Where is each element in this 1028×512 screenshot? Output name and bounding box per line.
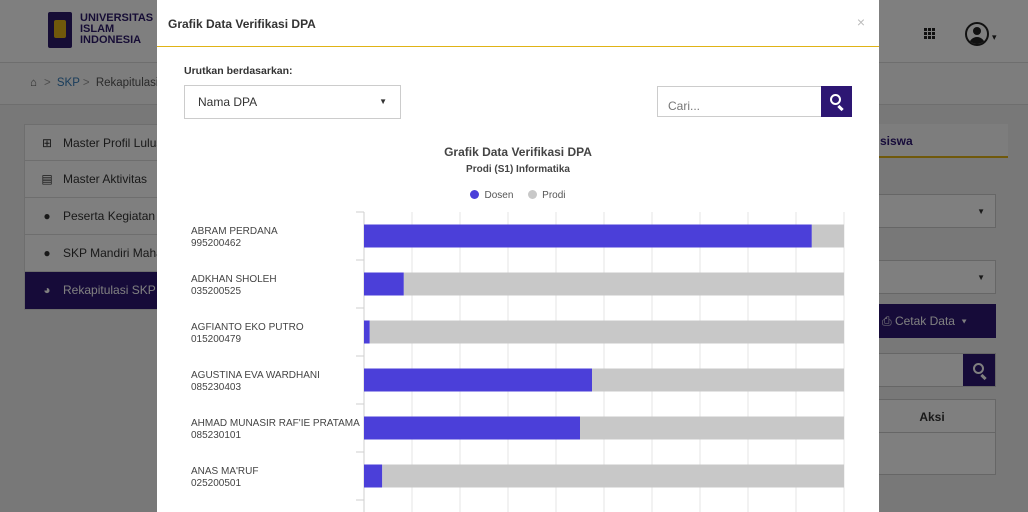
bar-dosen[interactable] (364, 320, 370, 344)
category-name-label: AHMAD MUNASIR RAF'IE PRATAMA (191, 418, 360, 429)
category-id-label: 085230403 (191, 382, 241, 393)
bar-prodi[interactable] (403, 272, 844, 296)
category-name-label: AGUSTINA EVA WARDHANI (191, 370, 320, 381)
chart-modal: Grafik Data Verifikasi DPA × Urutkan ber… (157, 0, 879, 512)
category-name-label: ANAS MA'RUF (191, 466, 258, 477)
category-id-label: 035200525 (191, 286, 241, 297)
category-name-label: AGFIANTO EKO PUTRO (191, 322, 304, 333)
category-name-label: ADKHAN SHOLEH (191, 274, 277, 285)
verification-bar-chart: ABRAM PERDANA995200462 ADKHAN SHOLEH03520… (191, 211, 845, 512)
bar-dosen[interactable] (364, 272, 404, 296)
bar-prodi[interactable] (811, 224, 844, 248)
category-id-label: 085230101 (191, 430, 241, 441)
bar-prodi[interactable] (580, 416, 844, 440)
category-id-label: 015200479 (191, 334, 241, 345)
bar-prodi[interactable] (382, 464, 844, 488)
category-name-label: ABRAM PERDANA (191, 226, 278, 237)
category-id-label: 025200501 (191, 478, 241, 489)
bar-dosen[interactable] (364, 368, 592, 392)
bar-dosen[interactable] (364, 464, 383, 488)
bar-prodi[interactable] (592, 368, 844, 392)
category-id-label: 995200462 (191, 238, 241, 249)
bar-dosen[interactable] (364, 224, 812, 248)
bar-dosen[interactable] (364, 416, 580, 440)
bar-prodi[interactable] (369, 320, 844, 344)
